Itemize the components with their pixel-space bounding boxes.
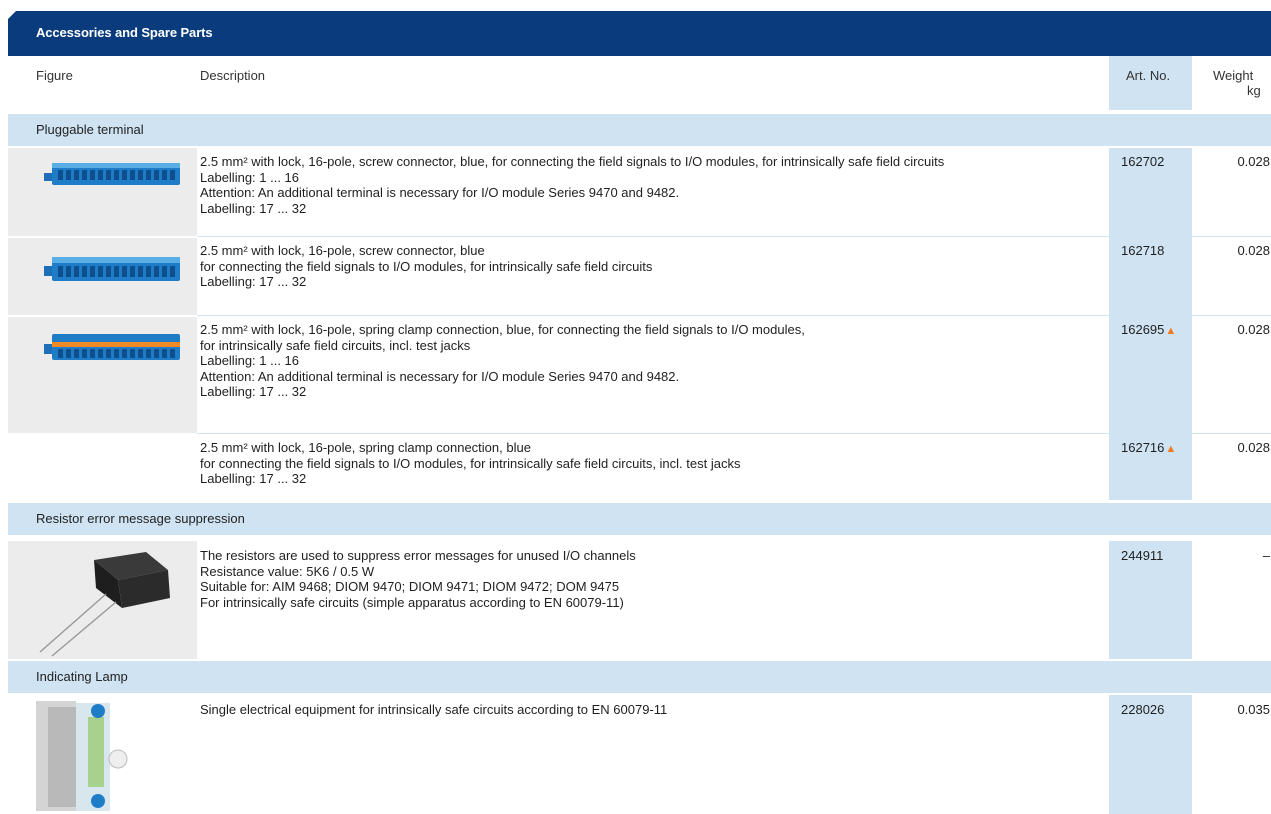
table-header: Figure Description Art. No. Weight kg: [8, 56, 1271, 110]
row-description: 2.5 mm² with lock, 16-pole, screw connec…: [200, 243, 652, 290]
desc-line: The resistors are used to suppress error…: [200, 548, 636, 563]
desc-line: Labelling: 17 ... 32: [200, 274, 307, 289]
weight-value: 0.028: [1237, 440, 1270, 455]
resistor-image: [39, 552, 170, 657]
art-column-header-bg: [1109, 56, 1192, 110]
figure-cell-empty: [8, 435, 197, 500]
desc-line: For intrinsically safe circuits (simple …: [200, 594, 624, 610]
row-description: 2.5 mm² with lock, 16-pole, spring clamp…: [200, 440, 740, 487]
desc-line: 2.5 mm² with lock, 16-pole, screw connec…: [200, 154, 945, 169]
row-description: The resistors are used to suppress error…: [200, 548, 636, 610]
desc-line: Suitable for: AIM 9468; DIOM 9470; DIOM …: [200, 579, 620, 594]
header-description: Description: [200, 68, 266, 83]
desc-line: Single electrical equipment for intrinsi…: [200, 702, 668, 717]
warning-triangle-icon: ▲: [1165, 443, 1177, 455]
group-label: Pluggable terminal: [36, 122, 144, 137]
weight-value: –: [1262, 548, 1270, 563]
desc-line: for connecting the field signals to I/O …: [200, 455, 741, 471]
art-number: 228026: [1121, 702, 1165, 717]
terminal-screw-image: [44, 257, 180, 281]
group-label: Indicating Lamp: [36, 669, 128, 684]
art-number: 162718: [1121, 243, 1165, 258]
group-label: Resistor error message suppression: [36, 511, 245, 526]
weight-value: 0.028: [1237, 322, 1270, 337]
weight-value: 0.028: [1237, 154, 1270, 169]
group-header: Resistor error message suppression: [8, 503, 1271, 535]
desc-line: Attention: An additional terminal is nec…: [200, 368, 680, 384]
desc-line: 2.5 mm² with lock, 16-pole, spring clamp…: [200, 440, 531, 455]
section-title-bar: Accessories and Spare Parts: [8, 11, 1271, 56]
desc-line: for intrinsically safe field circuits, i…: [200, 337, 471, 353]
row-line: [197, 315, 1271, 316]
desc-line: for connecting the field signals to I/O …: [200, 258, 653, 274]
desc-line: Labelling: 1 ... 16: [200, 169, 300, 185]
section-title: Accessories and Spare Parts: [36, 25, 213, 40]
header-figure: Figure: [36, 68, 73, 83]
art-number-value: 162695: [1121, 322, 1165, 337]
warning-triangle-icon: ▲: [1165, 325, 1177, 337]
row-description: 2.5 mm² with lock, 16-pole, screw connec…: [200, 154, 944, 216]
desc-line: 2.5 mm² with lock, 16-pole, screw connec…: [200, 243, 485, 258]
group-header: Pluggable terminal: [8, 114, 1271, 146]
terminal-spring-image: [44, 334, 180, 360]
row-line: [197, 236, 1271, 237]
desc-line: 2.5 mm² with lock, 16-pole, spring clamp…: [200, 322, 805, 337]
desc-line: Labelling: 17 ... 32: [200, 200, 307, 216]
indicating-lamp-image: [36, 701, 128, 811]
terminal-screw-image: [44, 163, 180, 185]
row-description: 2.5 mm² with lock, 16-pole, spring clamp…: [200, 322, 805, 400]
weight-value: 0.035: [1237, 702, 1270, 717]
group-header: Indicating Lamp: [8, 661, 1271, 693]
header-art-no: Art. No.: [1126, 68, 1171, 83]
art-number: 162716▲: [1121, 440, 1176, 455]
art-number: 244911: [1121, 548, 1164, 563]
header-weight-unit: kg: [1247, 83, 1261, 98]
accessories-page: Accessories and Spare Parts Figure Descr…: [0, 0, 1271, 814]
desc-line: Attention: An additional terminal is nec…: [200, 185, 680, 200]
art-number-value: 162716: [1121, 440, 1165, 455]
row-line: [197, 433, 1271, 434]
desc-line: Resistance value: 5K6 / 0.5 W: [200, 563, 375, 579]
weight-value: 0.028: [1237, 243, 1270, 258]
art-number: 162702: [1121, 154, 1165, 169]
art-number: 162695▲: [1121, 322, 1176, 337]
header-weight: Weight: [1213, 68, 1254, 83]
desc-line: Labelling: 17 ... 32: [200, 384, 307, 399]
row-description: Single electrical equipment for intrinsi…: [200, 702, 667, 718]
desc-line: Labelling: 17 ... 32: [200, 471, 307, 486]
desc-line: Labelling: 1 ... 16: [200, 353, 300, 368]
